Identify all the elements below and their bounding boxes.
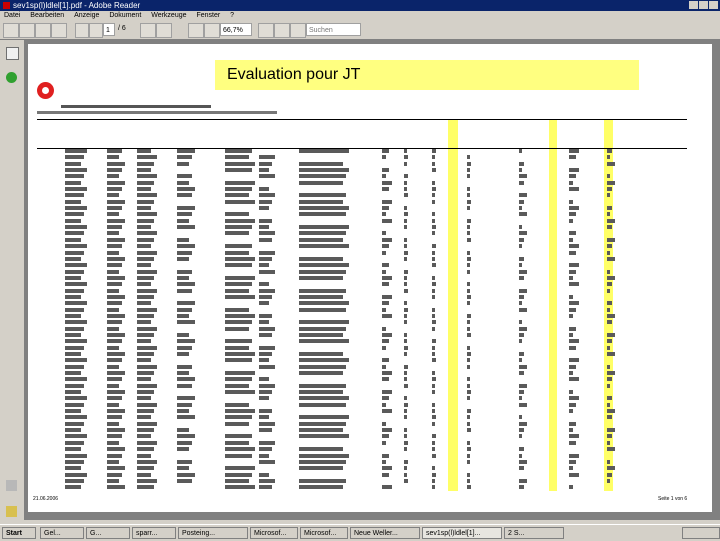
help-icon[interactable] (290, 23, 306, 38)
taskbar-button-active[interactable]: sev1sp(l)ldlel[1]... (422, 527, 502, 539)
navigation-pane (0, 40, 25, 520)
maximize-button[interactable] (699, 1, 708, 9)
taskbar-button[interactable]: sparr... (132, 527, 176, 539)
system-tray (682, 527, 720, 539)
zoom-in-icon[interactable] (204, 23, 220, 38)
taskbar-button[interactable]: Neue Weller... (350, 527, 420, 539)
previous-page-button[interactable] (75, 23, 89, 38)
email-icon[interactable] (35, 23, 51, 38)
table-row (37, 484, 687, 490)
taskbar-button[interactable]: Microsof... (250, 527, 298, 539)
taskbar: Start Gel... G... sparr... Posteing... M… (0, 524, 720, 541)
adobe-reader-icon (3, 2, 10, 9)
menu-item-help[interactable]: ? (230, 12, 234, 19)
fit-width-icon[interactable] (274, 23, 290, 38)
attachment-icon[interactable] (6, 480, 17, 491)
toolbar: 1 / 6 66,7% Suchen (0, 21, 720, 40)
fit-page-icon[interactable] (258, 23, 274, 38)
page-number-input[interactable]: 1 (103, 23, 115, 36)
page-indicator: Seite 1 von 6 (658, 496, 688, 502)
menu-item-dokument[interactable]: Dokument (109, 12, 141, 19)
document-logo (37, 82, 54, 99)
print-date: 21.06.2006 (33, 496, 59, 502)
document-area[interactable]: Evaluation pour JT 21.06.2006 Seite 1 vo… (25, 40, 720, 520)
select-tool-icon[interactable] (156, 23, 172, 38)
close-button[interactable] (709, 1, 718, 9)
document-header (61, 104, 211, 109)
hand-tool-icon[interactable] (140, 23, 156, 38)
window-title: sev1sp(l)ldlel[1].pdf - Adobe Reader (13, 1, 141, 10)
menu-item-anzeige[interactable]: Anzeige (74, 12, 99, 19)
menu-item-werkzeuge[interactable]: Werkzeuge (151, 12, 186, 19)
taskbar-button[interactable]: Gel... (40, 527, 84, 539)
menu-item-datei[interactable]: Datei (4, 12, 20, 19)
comments-icon[interactable] (6, 506, 17, 517)
save-icon[interactable] (3, 23, 19, 38)
taskbar-button[interactable]: G... (86, 527, 130, 539)
menu-item-bearbeiten[interactable]: Bearbeiten (30, 12, 64, 19)
zoom-level-select[interactable]: 66,7% (220, 23, 252, 36)
pdf-page: Evaluation pour JT 21.06.2006 Seite 1 vo… (28, 44, 712, 512)
taskbar-button[interactable]: Posteing... (178, 527, 248, 539)
next-page-button[interactable] (89, 23, 103, 38)
print-icon[interactable] (19, 23, 35, 38)
taskbar-button[interactable]: Microsof... (300, 527, 348, 539)
table-header (37, 119, 687, 149)
help-icon[interactable] (6, 72, 17, 83)
table-body (37, 148, 687, 491)
page-total: / 6 (118, 25, 126, 32)
start-button[interactable]: Start (2, 527, 36, 539)
evaluation-label: Evaluation pour JT (215, 60, 639, 90)
search-icon[interactable] (51, 23, 67, 38)
taskbar-button[interactable]: 2 S... (504, 527, 564, 539)
zoom-out-icon[interactable] (188, 23, 204, 38)
menu-bar: Datei Bearbeiten Anzeige Dokument Werkze… (0, 11, 720, 21)
search-input[interactable]: Suchen (306, 23, 361, 36)
menu-item-fenster[interactable]: Fenster (196, 12, 220, 19)
title-bar: sev1sp(l)ldlel[1].pdf - Adobe Reader (0, 0, 720, 11)
pages-icon[interactable] (6, 47, 19, 60)
document-subheader (37, 110, 277, 115)
minimize-button[interactable] (689, 1, 698, 9)
